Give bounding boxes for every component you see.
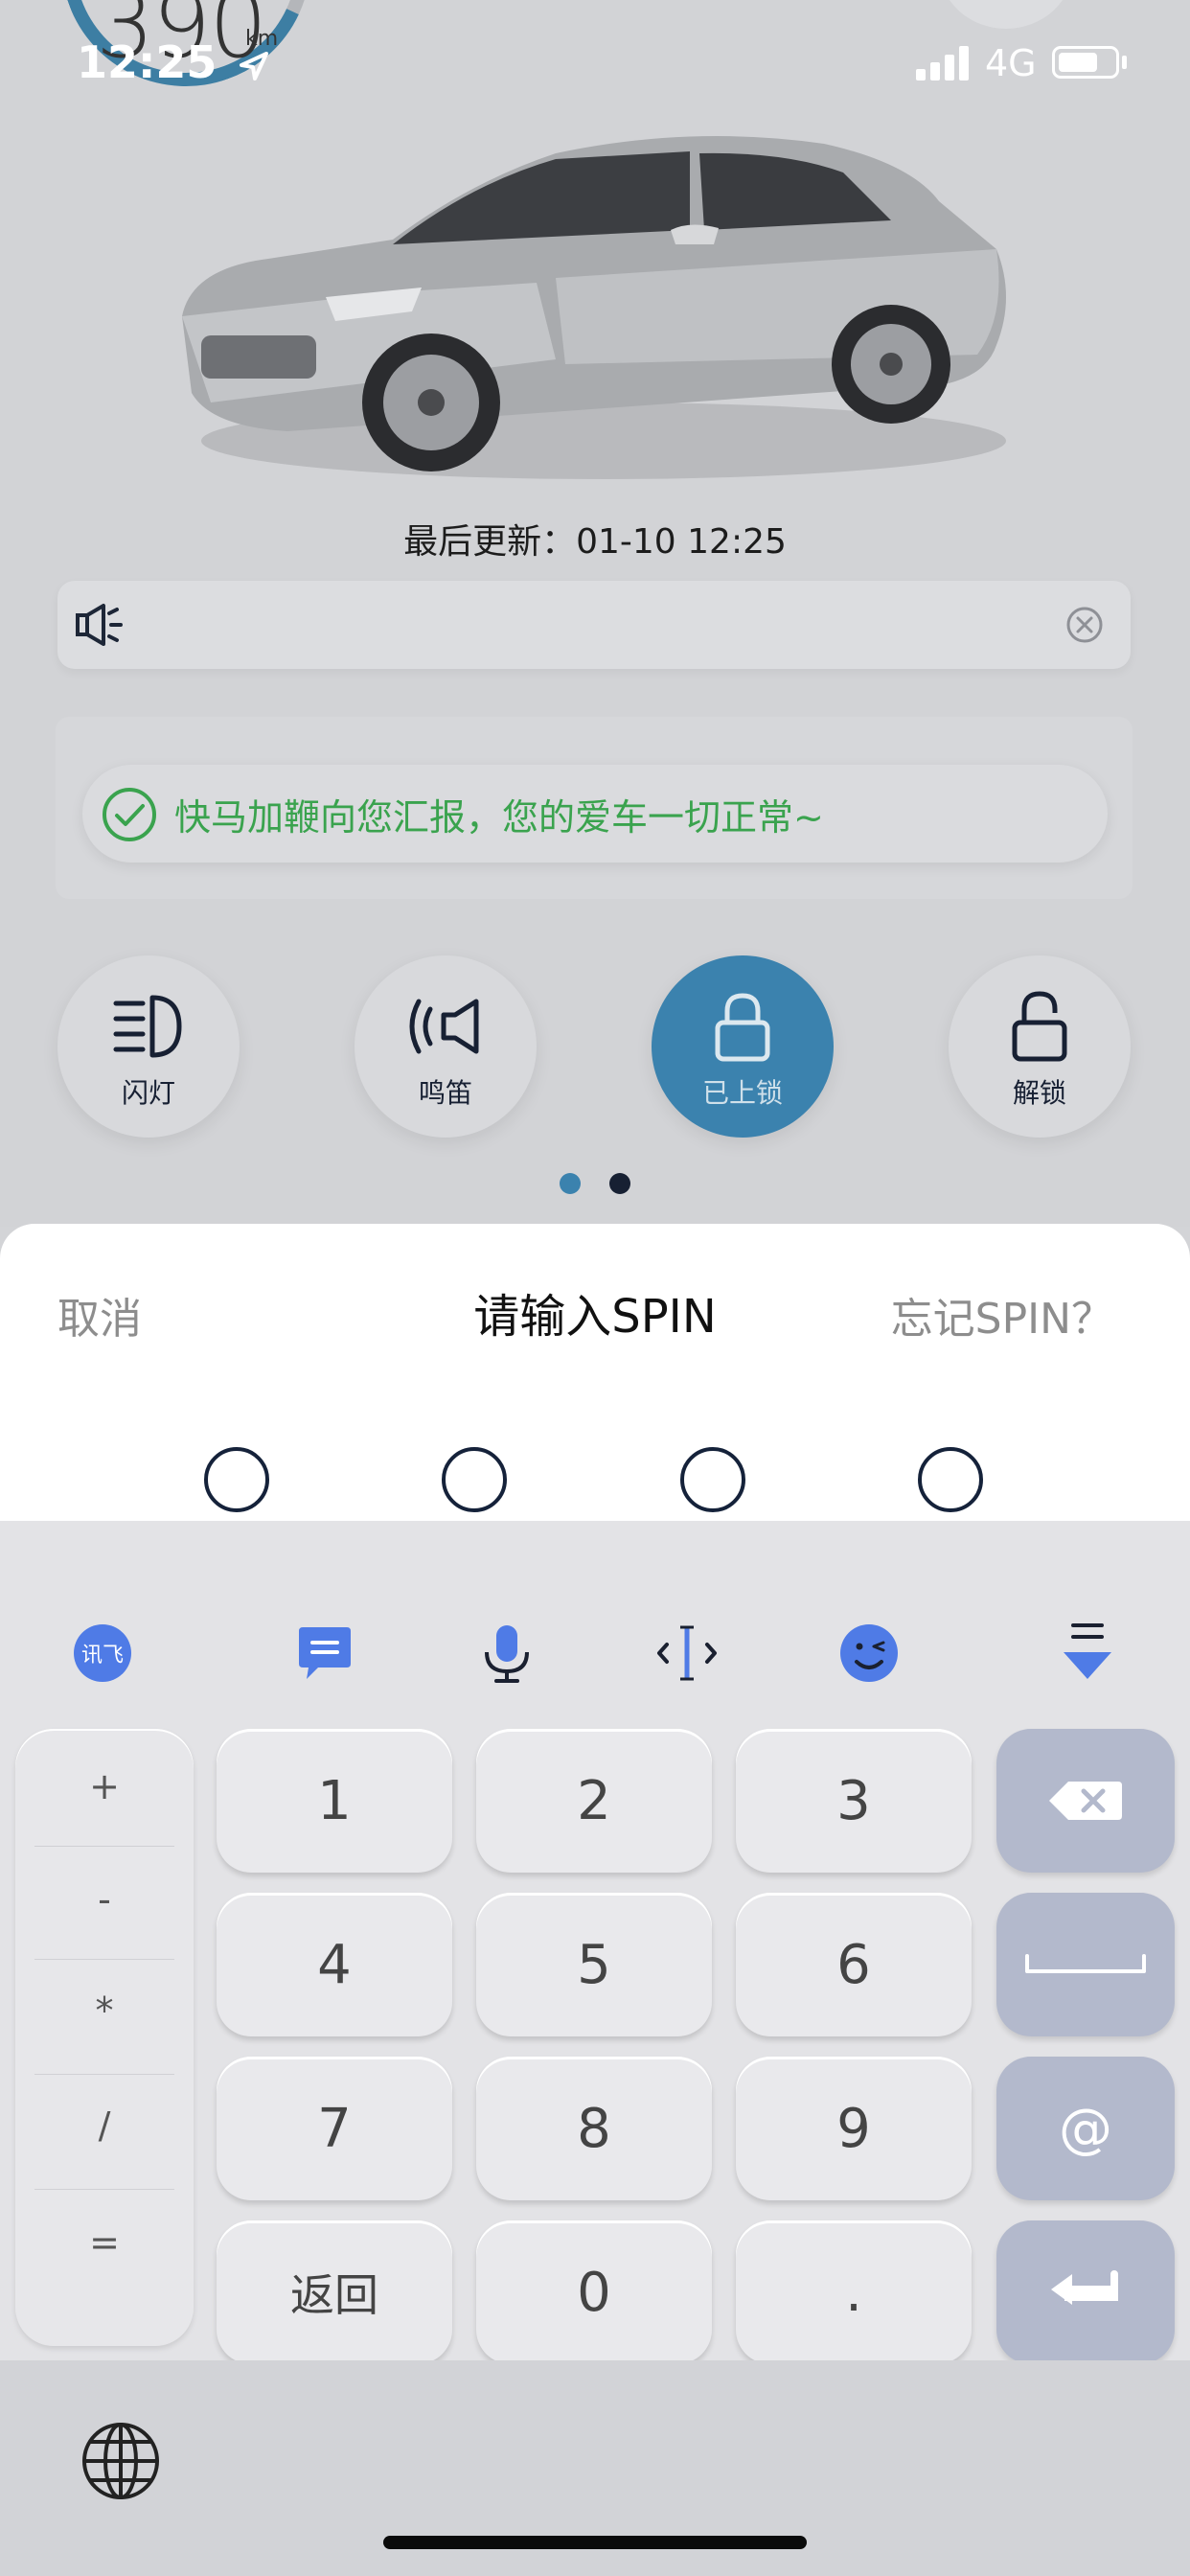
key-2[interactable]: 2 xyxy=(476,1729,712,1873)
symbol-column: + - * / = xyxy=(15,1729,194,2346)
key-5[interactable]: 5 xyxy=(476,1893,712,2036)
key-1[interactable]: 1 xyxy=(217,1729,452,1873)
pin-dot-4 xyxy=(918,1447,983,1512)
flash-lights-label: 闪灯 xyxy=(121,1077,175,1109)
globe-icon[interactable] xyxy=(80,2421,161,2501)
bubble-tail xyxy=(190,736,234,769)
key-9[interactable]: 9 xyxy=(736,2057,972,2200)
status-message: 快马加鞭向您汇报，您的爱车一切正常~ xyxy=(174,796,824,839)
top-right-button[interactable] xyxy=(939,0,1073,29)
pin-dot-2 xyxy=(442,1447,507,1512)
return-key[interactable] xyxy=(996,2220,1175,2364)
symbol-key-multiply[interactable]: * xyxy=(15,1990,194,2032)
car-image xyxy=(182,136,1006,479)
flash-lights-button[interactable]: 闪灯 xyxy=(57,955,240,1138)
page-dot-2[interactable] xyxy=(609,1173,630,1194)
unlock-label: 解锁 xyxy=(1012,1077,1066,1109)
horn-icon xyxy=(409,999,479,1054)
hide-keyboard-icon[interactable] xyxy=(1054,1620,1121,1687)
lock-open-icon xyxy=(1012,991,1067,1062)
symbol-key-equals[interactable]: = xyxy=(15,2221,194,2264)
speaker-icon xyxy=(76,604,123,646)
key-4[interactable]: 4 xyxy=(217,1893,452,2036)
status-time: 12:25 xyxy=(77,36,270,88)
pin-dot-1 xyxy=(204,1447,269,1512)
key-8[interactable]: 8 xyxy=(476,2057,712,2200)
location-arrow-icon xyxy=(240,51,269,80)
unlock-button[interactable]: 解锁 xyxy=(949,955,1131,1138)
page-dot-1[interactable] xyxy=(560,1173,581,1194)
lock-closed-icon xyxy=(715,993,770,1062)
headlight-icon xyxy=(113,995,182,1058)
emoji-icon[interactable] xyxy=(835,1620,903,1687)
forgot-spin-link[interactable]: 忘记SPIN？ xyxy=(891,1284,1113,1346)
symbol-key-divide[interactable]: / xyxy=(15,2104,194,2147)
locked-label: 已上锁 xyxy=(701,1077,783,1109)
key-6[interactable]: 6 xyxy=(736,1893,972,2036)
locked-button[interactable]: 已上锁 xyxy=(652,955,834,1138)
iflytek-label: 讯飞 xyxy=(81,1644,124,1668)
microphone-icon[interactable] xyxy=(473,1620,540,1687)
honk-button[interactable]: 鸣笛 xyxy=(355,955,537,1138)
clock: 12:25 xyxy=(77,36,217,88)
iflytek-logo-icon[interactable]: 讯飞 xyxy=(69,1620,136,1687)
key-0[interactable]: 0 xyxy=(476,2220,712,2364)
last-update-text: 最后更新：01-10 12:25 xyxy=(403,522,787,562)
cursor-move-icon[interactable] xyxy=(653,1620,721,1687)
close-icon[interactable] xyxy=(1065,606,1104,644)
battery-tip xyxy=(1122,56,1127,69)
notice-bar xyxy=(57,581,1131,669)
network-type: 4G xyxy=(985,42,1037,84)
symbol-key-plus[interactable]: + xyxy=(15,1765,194,1807)
symbol-key-minus[interactable]: - xyxy=(15,1878,194,1920)
return-icon xyxy=(1051,2270,1118,2305)
signal-strength-icon xyxy=(916,46,973,80)
space-key[interactable] xyxy=(996,1893,1175,2036)
check-circle-icon xyxy=(103,788,156,841)
back-key[interactable]: 返回 xyxy=(217,2220,452,2364)
pin-dot-3 xyxy=(680,1447,745,1512)
at-key[interactable]: @ xyxy=(996,2057,1175,2200)
spin-sheet xyxy=(0,1224,1190,1521)
key-dot[interactable]: . xyxy=(736,2220,972,2364)
key-7[interactable]: 7 xyxy=(217,2057,452,2200)
honk-label: 鸣笛 xyxy=(418,1077,472,1109)
chat-icon[interactable] xyxy=(291,1620,358,1687)
key-3[interactable]: 3 xyxy=(736,1729,972,1873)
vehicle-screen: 390 km 最后更新：01-10 12:25 快马加鞭向您汇报，您的爱车一切正… xyxy=(0,0,1190,1227)
battery-icon xyxy=(1052,46,1119,79)
home-indicator[interactable] xyxy=(383,2536,807,2549)
backspace-icon xyxy=(1049,1782,1122,1820)
space-icon xyxy=(1025,1954,1146,1973)
backspace-key[interactable] xyxy=(996,1729,1175,1873)
